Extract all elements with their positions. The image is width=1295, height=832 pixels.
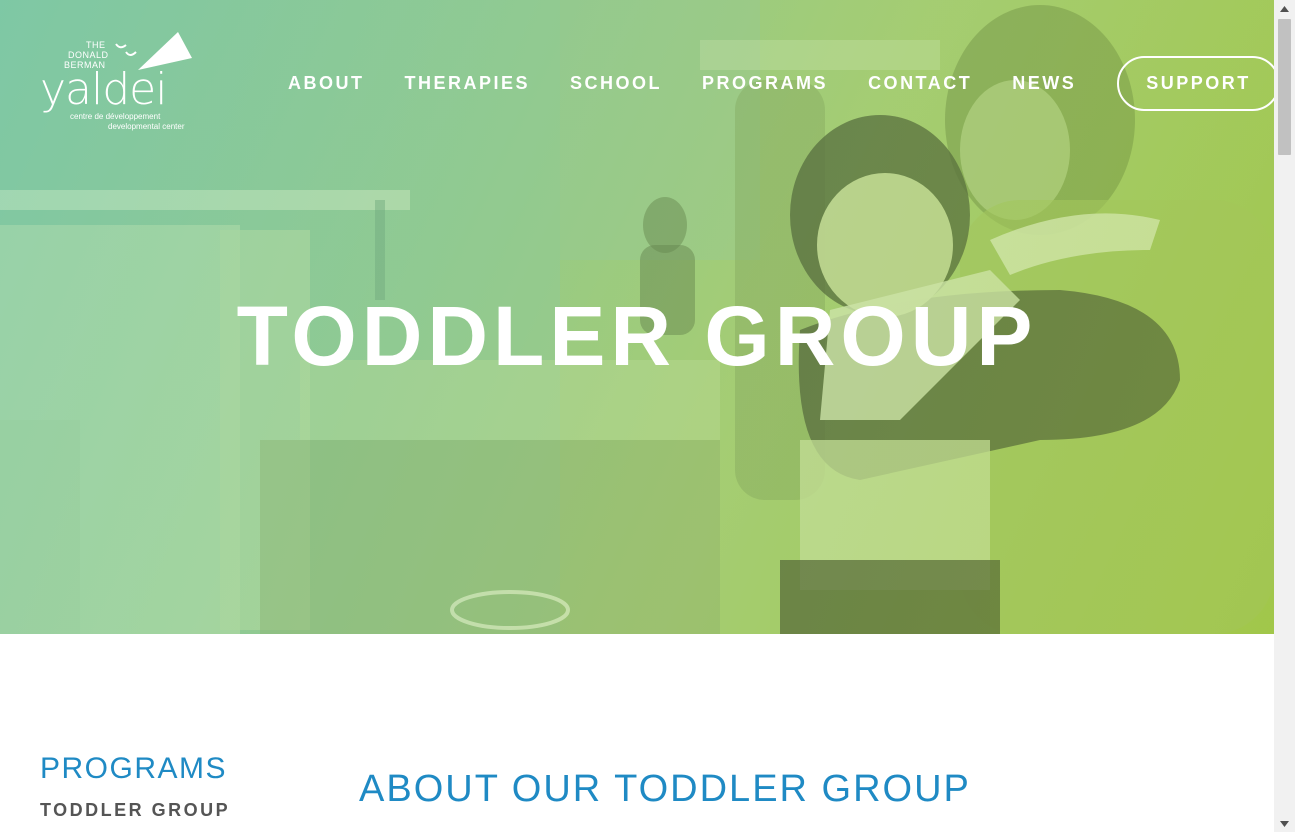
section-title: ABOUT OUR TODDLER GROUP	[359, 768, 971, 810]
sidebar-item-toddler-group[interactable]: TODDLER GROUP	[40, 800, 230, 821]
nav-item-about[interactable]: ABOUT	[288, 73, 365, 94]
hero-banner: THE DONALD BERMAN yaldei centre de dével…	[0, 0, 1274, 634]
logo-subtitle-fr: centre de développement	[70, 112, 161, 121]
logo-wordmark: yaldei	[40, 64, 167, 115]
scrollbar-thumb[interactable]	[1278, 19, 1291, 155]
nav-item-news[interactable]: NEWS	[1012, 73, 1076, 94]
nav-item-programs[interactable]: PROGRAMS	[702, 73, 828, 94]
page-title: TODDLER GROUP	[236, 289, 1038, 383]
sidebar-title: PROGRAMS	[40, 752, 228, 785]
nav-item-therapies[interactable]: THERAPIES	[405, 73, 531, 94]
nav-item-school[interactable]: SCHOOL	[570, 73, 662, 94]
main-nav: ABOUT THERAPIES SCHOOL PROGRAMS CONTACT …	[288, 55, 1274, 111]
site-logo[interactable]: THE DONALD BERMAN yaldei centre de dével…	[36, 30, 196, 135]
nav-item-contact[interactable]: CONTACT	[868, 73, 972, 94]
scroll-up-arrow-icon[interactable]	[1274, 0, 1295, 17]
logo-subtitle-en: developmental center	[108, 122, 185, 131]
scroll-down-arrow-icon[interactable]	[1274, 815, 1295, 832]
scrollbar[interactable]	[1274, 0, 1295, 832]
support-button[interactable]: SUPPORT	[1117, 55, 1274, 111]
